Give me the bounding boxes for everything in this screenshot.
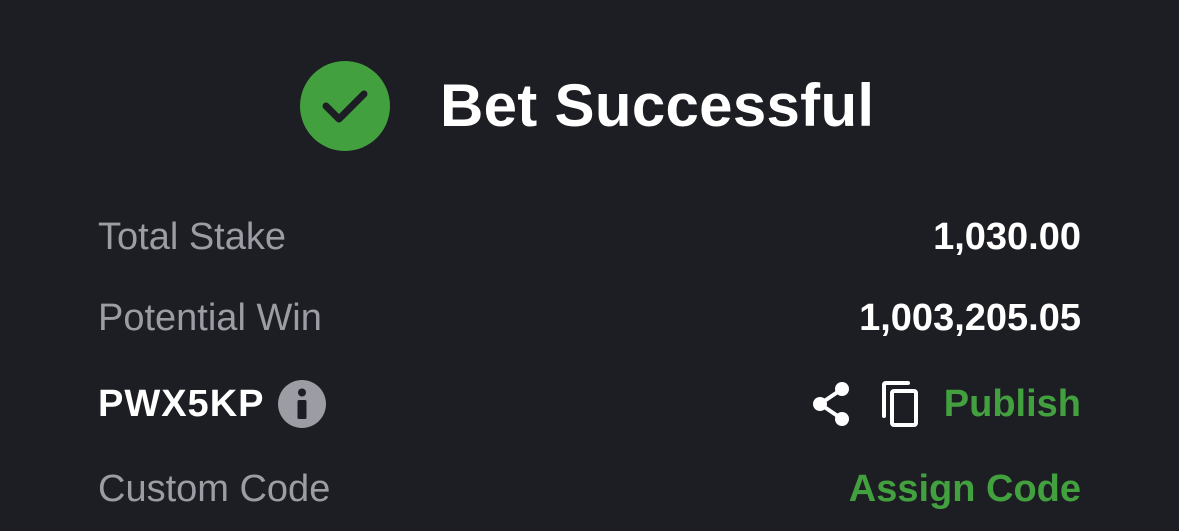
share-icon[interactable]	[810, 381, 852, 427]
custom-code-label: Custom Code	[98, 468, 331, 510]
potential-win-value: 1,003,205.05	[859, 297, 1081, 339]
copy-icon[interactable]	[878, 380, 920, 428]
booking-actions: Publish	[810, 380, 1081, 428]
check-circle-icon	[300, 61, 390, 151]
publish-button[interactable]: Publish	[944, 385, 1081, 423]
page-title: Bet Successful	[440, 72, 875, 139]
booking-code: PWX5KP	[98, 383, 265, 425]
total-stake-value: 1,030.00	[933, 216, 1081, 258]
info-icon[interactable]	[278, 380, 327, 428]
booking-code-row: PWX5KP Publish	[98, 374, 1081, 434]
potential-win-row: Potential Win 1,003,205.05	[98, 288, 1081, 348]
total-stake-label: Total Stake	[98, 216, 286, 258]
bet-confirmation-panel: Bet Successful Total Stake 1,030.00 Pote…	[0, 0, 1179, 531]
booking-code-group: PWX5KP	[98, 380, 327, 428]
bet-status-header: Bet Successful	[300, 60, 874, 152]
total-stake-row: Total Stake 1,030.00	[98, 207, 1081, 267]
custom-code-row: Custom Code Assign Code	[98, 459, 1081, 519]
assign-code-button[interactable]: Assign Code	[849, 470, 1081, 508]
potential-win-label: Potential Win	[98, 297, 322, 339]
